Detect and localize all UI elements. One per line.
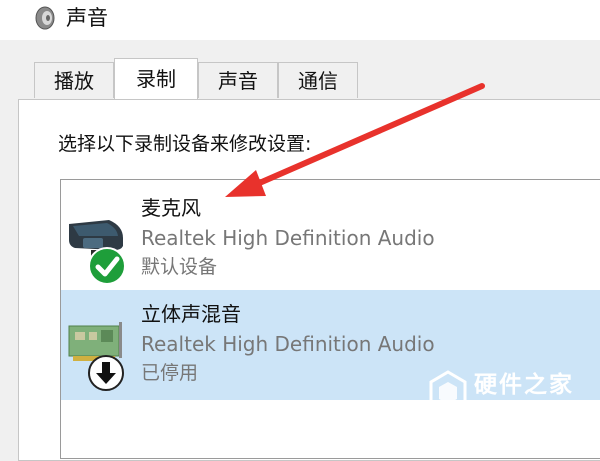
tab-recording[interactable]: 录制 xyxy=(114,58,198,99)
green-check-icon xyxy=(88,247,126,285)
device-status: 默认设备 xyxy=(141,256,218,278)
tab-playback[interactable]: 播放 xyxy=(34,62,114,98)
device-row-microphone[interactable]: 麦克风 Realtek High Definition Audio 默认设备 xyxy=(61,180,600,290)
title-bar: 声音 xyxy=(0,0,600,40)
disabled-arrow-icon xyxy=(88,355,124,391)
speaker-icon xyxy=(35,6,55,30)
tab-sounds[interactable]: 声音 xyxy=(198,62,278,98)
hexagon-logo-icon xyxy=(429,370,467,416)
instruction-text: 选择以下录制设备来修改设置: xyxy=(58,133,312,155)
device-driver: Realtek High Definition Audio xyxy=(141,226,435,250)
window-title: 声音 xyxy=(66,6,108,30)
watermark-text: 硬件之家 xyxy=(474,372,574,398)
tab-communications[interactable]: 通信 xyxy=(278,62,358,98)
device-name: 麦克风 xyxy=(141,196,201,220)
device-name: 立体声混音 xyxy=(141,302,241,326)
watermark-subtext: YING JIAN ZHI JIA.COM xyxy=(474,402,595,412)
watermark: 硬件之家 YING JIAN ZHI JIA.COM xyxy=(428,366,598,422)
tab-strip: 播放 录制 声音 通信 xyxy=(0,58,600,100)
device-driver: Realtek High Definition Audio xyxy=(141,332,435,356)
device-status: 已停用 xyxy=(141,362,199,384)
